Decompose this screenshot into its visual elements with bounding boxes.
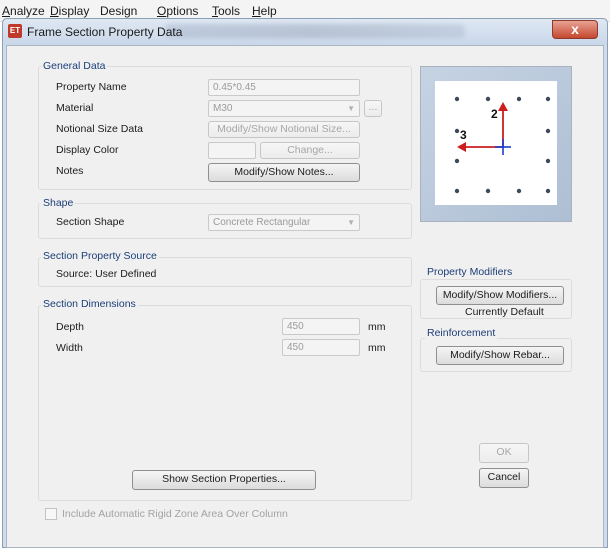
display-color-label: Display Color bbox=[56, 144, 119, 156]
app-icon: ET bbox=[8, 24, 22, 38]
shape-title: Shape bbox=[41, 197, 76, 209]
modify-rebar-button[interactable]: Modify/Show Rebar... bbox=[436, 346, 564, 365]
section-shape-label: Section Shape bbox=[56, 216, 125, 228]
show-section-properties-button[interactable]: Show Section Properties... bbox=[132, 470, 316, 490]
axis-3-label: 3 bbox=[460, 128, 467, 142]
property-source-text: Source: User Defined bbox=[56, 268, 157, 280]
modify-modifiers-button[interactable]: Modify/Show Modifiers... bbox=[436, 286, 564, 305]
material-select[interactable]: M30 ▼ bbox=[208, 100, 360, 117]
rebar-dot bbox=[454, 128, 460, 134]
section-rebar-diagram: 2 3 bbox=[454, 96, 551, 194]
axis-3-arrowhead bbox=[457, 142, 466, 152]
rebar-dot bbox=[454, 158, 460, 164]
section-shape-select[interactable]: Concrete Rectangular ▼ bbox=[208, 214, 360, 231]
chevron-down-icon: ▼ bbox=[347, 218, 355, 227]
material-more-button[interactable]: ... bbox=[364, 100, 382, 117]
rebar-dot bbox=[516, 188, 522, 194]
property-name-input[interactable]: 0.45*0.45 bbox=[208, 79, 360, 96]
axis-2-label: 2 bbox=[491, 107, 498, 121]
notes-button[interactable]: Modify/Show Notes... bbox=[208, 163, 360, 182]
property-modifiers-title: Property Modifiers bbox=[425, 266, 515, 278]
axis-2-arrowhead bbox=[498, 102, 508, 111]
display-color-change-button[interactable]: Change... bbox=[260, 142, 360, 159]
width-unit: mm bbox=[368, 342, 386, 354]
property-source-title: Section Property Source bbox=[41, 250, 159, 262]
menu-display[interactable]: Display bbox=[50, 4, 89, 18]
section-dimensions-title: Section Dimensions bbox=[41, 298, 138, 310]
notional-size-button[interactable]: Modify/Show Notional Size... bbox=[208, 121, 360, 138]
reinforcement-title: Reinforcement bbox=[425, 327, 498, 339]
rebar-dot bbox=[545, 158, 551, 164]
section-shape-value: Concrete Rectangular bbox=[213, 217, 311, 228]
menu-design[interactable]: Design bbox=[100, 4, 137, 18]
notional-size-label: Notional Size Data bbox=[56, 123, 143, 135]
title-bar-background-blur bbox=[165, 24, 465, 38]
material-label: Material bbox=[56, 102, 94, 114]
depth-label: Depth bbox=[56, 321, 85, 333]
rebar-dot bbox=[485, 96, 491, 102]
property-name-label: Property Name bbox=[56, 81, 127, 93]
rebar-dot bbox=[545, 188, 551, 194]
display-color-swatch bbox=[208, 142, 256, 159]
rebar-dot bbox=[545, 96, 551, 102]
ok-button[interactable]: OK bbox=[479, 443, 529, 463]
menu-help[interactable]: Help bbox=[252, 4, 277, 18]
rebar-dot bbox=[516, 96, 522, 102]
rebar-dot bbox=[545, 128, 551, 134]
width-label: Width bbox=[56, 342, 83, 354]
material-value: M30 bbox=[213, 103, 233, 114]
menu-tools[interactable]: Tools bbox=[212, 4, 240, 18]
chevron-down-icon: ▼ bbox=[347, 104, 355, 113]
rebar-dot bbox=[454, 96, 460, 102]
rigid-zone-checkbox-label: Include Automatic Rigid Zone Area Over C… bbox=[62, 508, 288, 520]
width-input[interactable]: 450 bbox=[282, 339, 360, 356]
rebar-dot bbox=[485, 188, 491, 194]
depth-input[interactable]: 450 bbox=[282, 318, 360, 335]
menu-options[interactable]: Options bbox=[157, 4, 198, 18]
section-preview: 2 3 bbox=[420, 66, 572, 222]
close-button[interactable]: x bbox=[552, 20, 598, 39]
modifiers-status-text: Currently Default bbox=[465, 306, 544, 318]
notes-label: Notes bbox=[56, 165, 84, 177]
close-icon: x bbox=[571, 21, 579, 37]
rebar-dot bbox=[454, 188, 460, 194]
general-data-title: General Data bbox=[41, 60, 108, 72]
menu-analyze[interactable]: Analyze bbox=[2, 4, 45, 18]
cancel-button[interactable]: Cancel bbox=[479, 468, 529, 488]
rigid-zone-checkbox[interactable] bbox=[45, 508, 57, 520]
depth-unit: mm bbox=[368, 321, 386, 333]
dialog-title: Frame Section Property Data bbox=[27, 25, 183, 39]
